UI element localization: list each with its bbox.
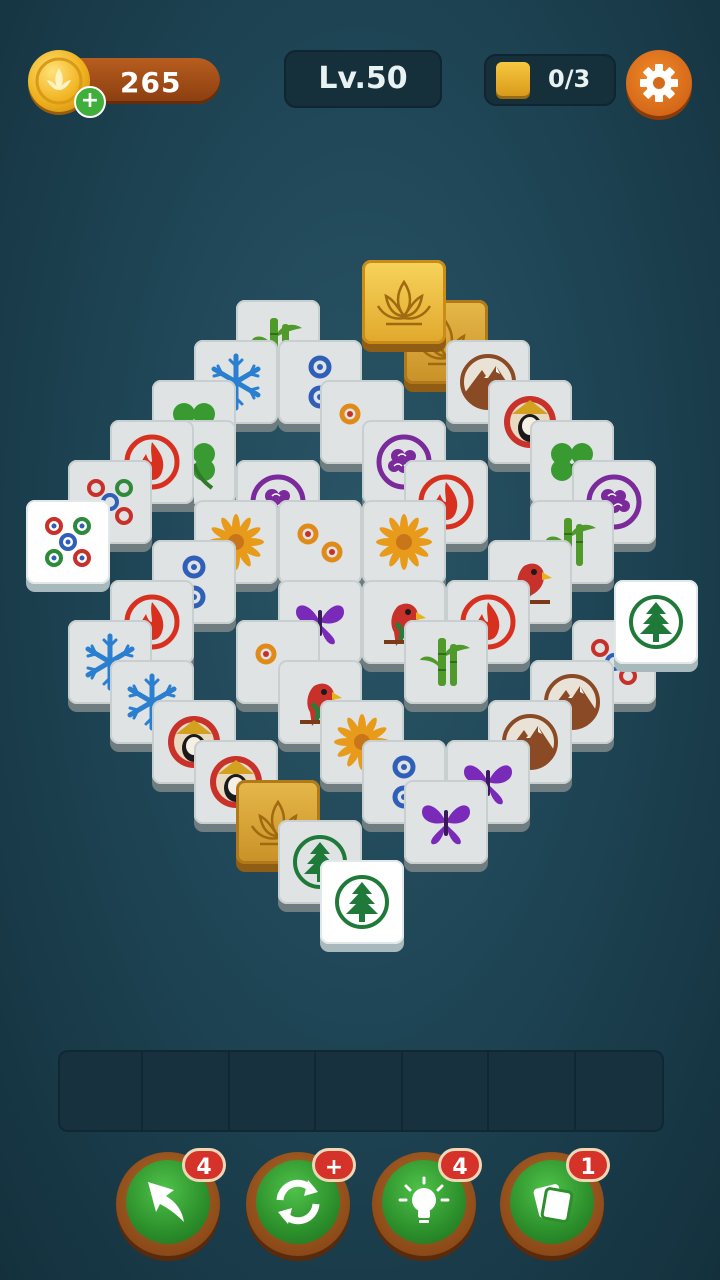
tray-slot (318, 1050, 403, 1132)
tray-slot (577, 1050, 662, 1132)
swap-button[interactable]: 1 (500, 1148, 610, 1256)
shuffle-icon (276, 1179, 320, 1225)
undo-button[interactable]: 4 (116, 1148, 226, 1256)
red-five-circles-icon (45, 517, 91, 567)
tile-face (362, 500, 446, 584)
tile-pine-tree[interactable] (614, 580, 698, 672)
undo-arrow-icon (148, 1182, 184, 1222)
gold-lotus-icon (376, 279, 432, 326)
tile-face (614, 580, 698, 664)
shuffle-button[interactable]: + (246, 1148, 356, 1256)
tile-face (278, 500, 362, 584)
hint-count-badge: 4 (438, 1148, 482, 1182)
tile-chrysanthemum[interactable] (362, 500, 446, 592)
pine-tree-icon (629, 595, 683, 649)
tray-slot (58, 1050, 143, 1132)
chrysanthemum-icon (376, 514, 432, 570)
tray-slot (145, 1050, 230, 1132)
orange-circles-icon (297, 523, 343, 563)
lightbulb-icon (398, 1176, 450, 1223)
shuffle-add-badge: + (312, 1148, 356, 1182)
tile-red-five-circles[interactable] (26, 500, 110, 592)
undo-count-badge: 4 (182, 1148, 226, 1182)
tile-gold-lotus[interactable] (362, 260, 446, 352)
tile-bamboo[interactable] (404, 620, 488, 712)
tile-pine-tree[interactable] (320, 860, 404, 952)
tile-face (362, 260, 446, 344)
cards-icon (533, 1184, 574, 1223)
tile-butterfly[interactable] (404, 780, 488, 872)
tile-face (404, 780, 488, 864)
pine-tree-icon (335, 875, 389, 929)
tile-tray (58, 1050, 664, 1132)
tile-orange-circles[interactable] (278, 500, 362, 592)
tile-board (0, 0, 720, 1000)
tile-face (404, 620, 488, 704)
hint-button[interactable]: 4 (372, 1148, 482, 1256)
tile-face (26, 500, 110, 584)
swap-count-badge: 1 (566, 1148, 610, 1182)
tray-slot (491, 1050, 576, 1132)
tile-face (320, 860, 404, 944)
butterfly-icon (422, 805, 470, 845)
tray-slot (404, 1050, 489, 1132)
bamboo-icon (420, 638, 470, 686)
tray-slot (231, 1050, 316, 1132)
